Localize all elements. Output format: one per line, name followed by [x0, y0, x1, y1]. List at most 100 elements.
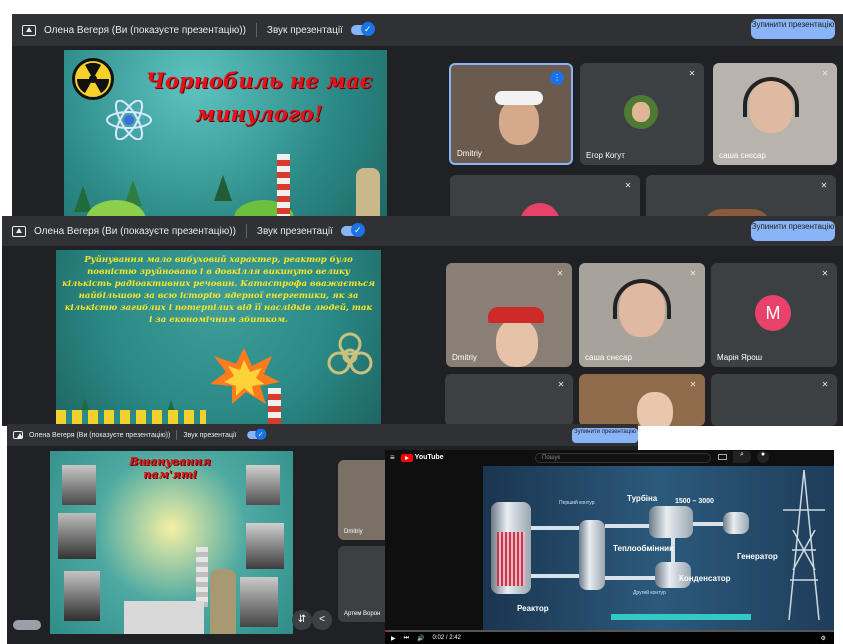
portrait [246, 523, 284, 569]
participant-tile[interactable]: Артем Ворон [338, 546, 392, 622]
presentation-slide: Чорнобиль не має минулого! [64, 50, 387, 224]
second-loop-label: Другий контур [633, 590, 666, 596]
share-icon[interactable]: < [312, 610, 332, 630]
radiation-icon [72, 58, 114, 100]
sound-label: Звук презентації [183, 431, 237, 439]
mic-off-icon: ✕ [821, 380, 829, 389]
presenter-label: Олена Вегеря (Ви (показуєте презентацію)… [44, 24, 246, 36]
mic-off-icon: ✕ [557, 380, 565, 389]
keyboard-icon[interactable] [718, 454, 727, 460]
next-icon[interactable]: ⏭ [404, 635, 409, 642]
video-player[interactable]: Турбіна 1500 – 3000 Перший контур Теплоо… [483, 466, 834, 632]
mic-off-icon: ✕ [624, 181, 632, 190]
participant-tile[interactable]: ✕ саша снєсар [579, 263, 705, 367]
cooling-pipe [611, 614, 751, 620]
speaking-indicator-icon: ⋮ [550, 71, 564, 85]
presenter-label: Олена Вегеря (Ви (показуєте презентацію)… [34, 225, 236, 237]
search-icon[interactable]: ⌕ [733, 451, 751, 463]
participant-tile[interactable]: ✕ Dmitriy [446, 263, 572, 367]
sound-toggle[interactable] [340, 223, 365, 237]
presenter-label: Олена Вегеря (Ви (показуєте презентацію)… [29, 431, 171, 439]
heat-exchanger-label: Теплообмінник [613, 544, 674, 553]
divider [245, 224, 247, 238]
presentation-bar: Олена Вегеря (Ви (показуєте презентацію)… [2, 216, 843, 246]
statue [210, 569, 236, 644]
mic-off-icon: ✕ [556, 269, 564, 278]
participant-name: Егор Когут [586, 151, 625, 160]
search-input[interactable]: Пошук [535, 453, 711, 463]
portrait [240, 577, 278, 627]
present-screen-icon [13, 431, 23, 439]
participant-video [499, 99, 539, 145]
mic-off-icon: ✕ [821, 69, 829, 78]
settings-icon[interactable]: ⚙ [821, 635, 826, 642]
participant-name: Марія Ярош [717, 353, 763, 362]
player-controls: ▶ ⏭ 🔊 0:02 / 2:42 ⚙ [385, 632, 834, 644]
participant-tile[interactable]: ⋮ Dmitriy [449, 63, 573, 165]
participant-avatar: М [755, 295, 791, 331]
mic-off-icon: ✕ [689, 380, 697, 389]
tree [74, 186, 92, 212]
divider [255, 23, 257, 37]
portrait [64, 571, 100, 621]
volume-icon[interactable]: 🔊 [417, 635, 424, 642]
biohazard-icon [326, 332, 374, 380]
participant-name: Dmitriy [344, 529, 363, 535]
stop-presenting-button[interactable]: Зупинити презентацію [572, 428, 638, 443]
heat-exchanger [579, 520, 605, 590]
turbine [649, 506, 693, 538]
pipe [605, 576, 655, 580]
slide-toggle-control[interactable] [13, 620, 41, 630]
reactor-core [497, 532, 525, 586]
youtube-logo[interactable]: YouTube [400, 453, 444, 462]
progress-bar[interactable] [385, 630, 834, 632]
participant-name: саша снєсар [585, 353, 632, 362]
headphones [613, 279, 671, 319]
headphones [743, 77, 799, 117]
turbine-label: Турбіна [627, 494, 658, 503]
condenser-label: Конденсатор [679, 574, 731, 583]
generator-label: Генератор [737, 552, 778, 561]
presentation-slide: Руйнування мало вибуховий характер, реак… [56, 250, 381, 426]
sound-toggle[interactable] [350, 22, 375, 36]
participant-tile[interactable]: Dmitriy [338, 460, 392, 540]
mic-off-icon: ✕ [688, 69, 696, 78]
chimney [268, 388, 281, 426]
participant-tile[interactable]: ✕ саша снєсар [713, 63, 837, 165]
mic-off-icon: ✕ [821, 269, 829, 278]
sound-toggle[interactable] [246, 428, 266, 440]
presentation-slide: Вшанування пам'яті [50, 451, 293, 644]
turbine-speed-label: 1500 – 3000 [675, 498, 714, 505]
first-loop-label: Перший контур [559, 500, 595, 506]
participant-avatar [624, 95, 658, 129]
participant-tile[interactable]: ✕ Егор Когут [580, 63, 704, 165]
transmission-tower [781, 469, 827, 621]
presentation-bar: Олена Вегеря (Ви (показуєте презентацію)… [7, 424, 638, 446]
menu-icon[interactable]: ≡ [390, 453, 395, 462]
participant-tile[interactable]: ✕ [445, 374, 573, 426]
participant-name: Dmitriy [452, 353, 477, 362]
sound-label: Звук презентації [266, 24, 343, 36]
participant-tile[interactable]: ✕ [711, 374, 837, 426]
presentation-bar: Олена Вегеря (Ви (показуєте презентацію)… [12, 14, 843, 46]
youtube-wordmark: YouTube [414, 454, 444, 461]
mic-icon[interactable]: ● [757, 451, 769, 463]
present-screen-icon [22, 24, 36, 36]
participant-tile[interactable]: М ✕ Марія Ярош [711, 263, 837, 367]
slide-text: Руйнування мало вибуховий характер, реак… [62, 255, 375, 325]
portrait [246, 465, 280, 505]
chimney [277, 154, 290, 224]
tree [214, 175, 232, 201]
participant-video [637, 392, 673, 426]
play-icon[interactable]: ▶ [391, 635, 396, 642]
stop-presenting-button[interactable]: Зупинити презентацію [751, 19, 835, 39]
pipe [531, 526, 579, 530]
youtube-play-icon [400, 453, 413, 462]
participant-video [496, 319, 538, 367]
participant-tile[interactable]: ✕ [579, 374, 705, 426]
pipe [531, 574, 579, 578]
slide-title: Вшанування пам'яті [129, 455, 211, 481]
pin-icon[interactable]: ⇵ [292, 610, 312, 630]
meet-window-1: Олена Вегеря (Ви (показуєте презентацію)… [12, 14, 843, 224]
stop-presenting-button[interactable]: Зупинити презентацію [751, 221, 835, 241]
